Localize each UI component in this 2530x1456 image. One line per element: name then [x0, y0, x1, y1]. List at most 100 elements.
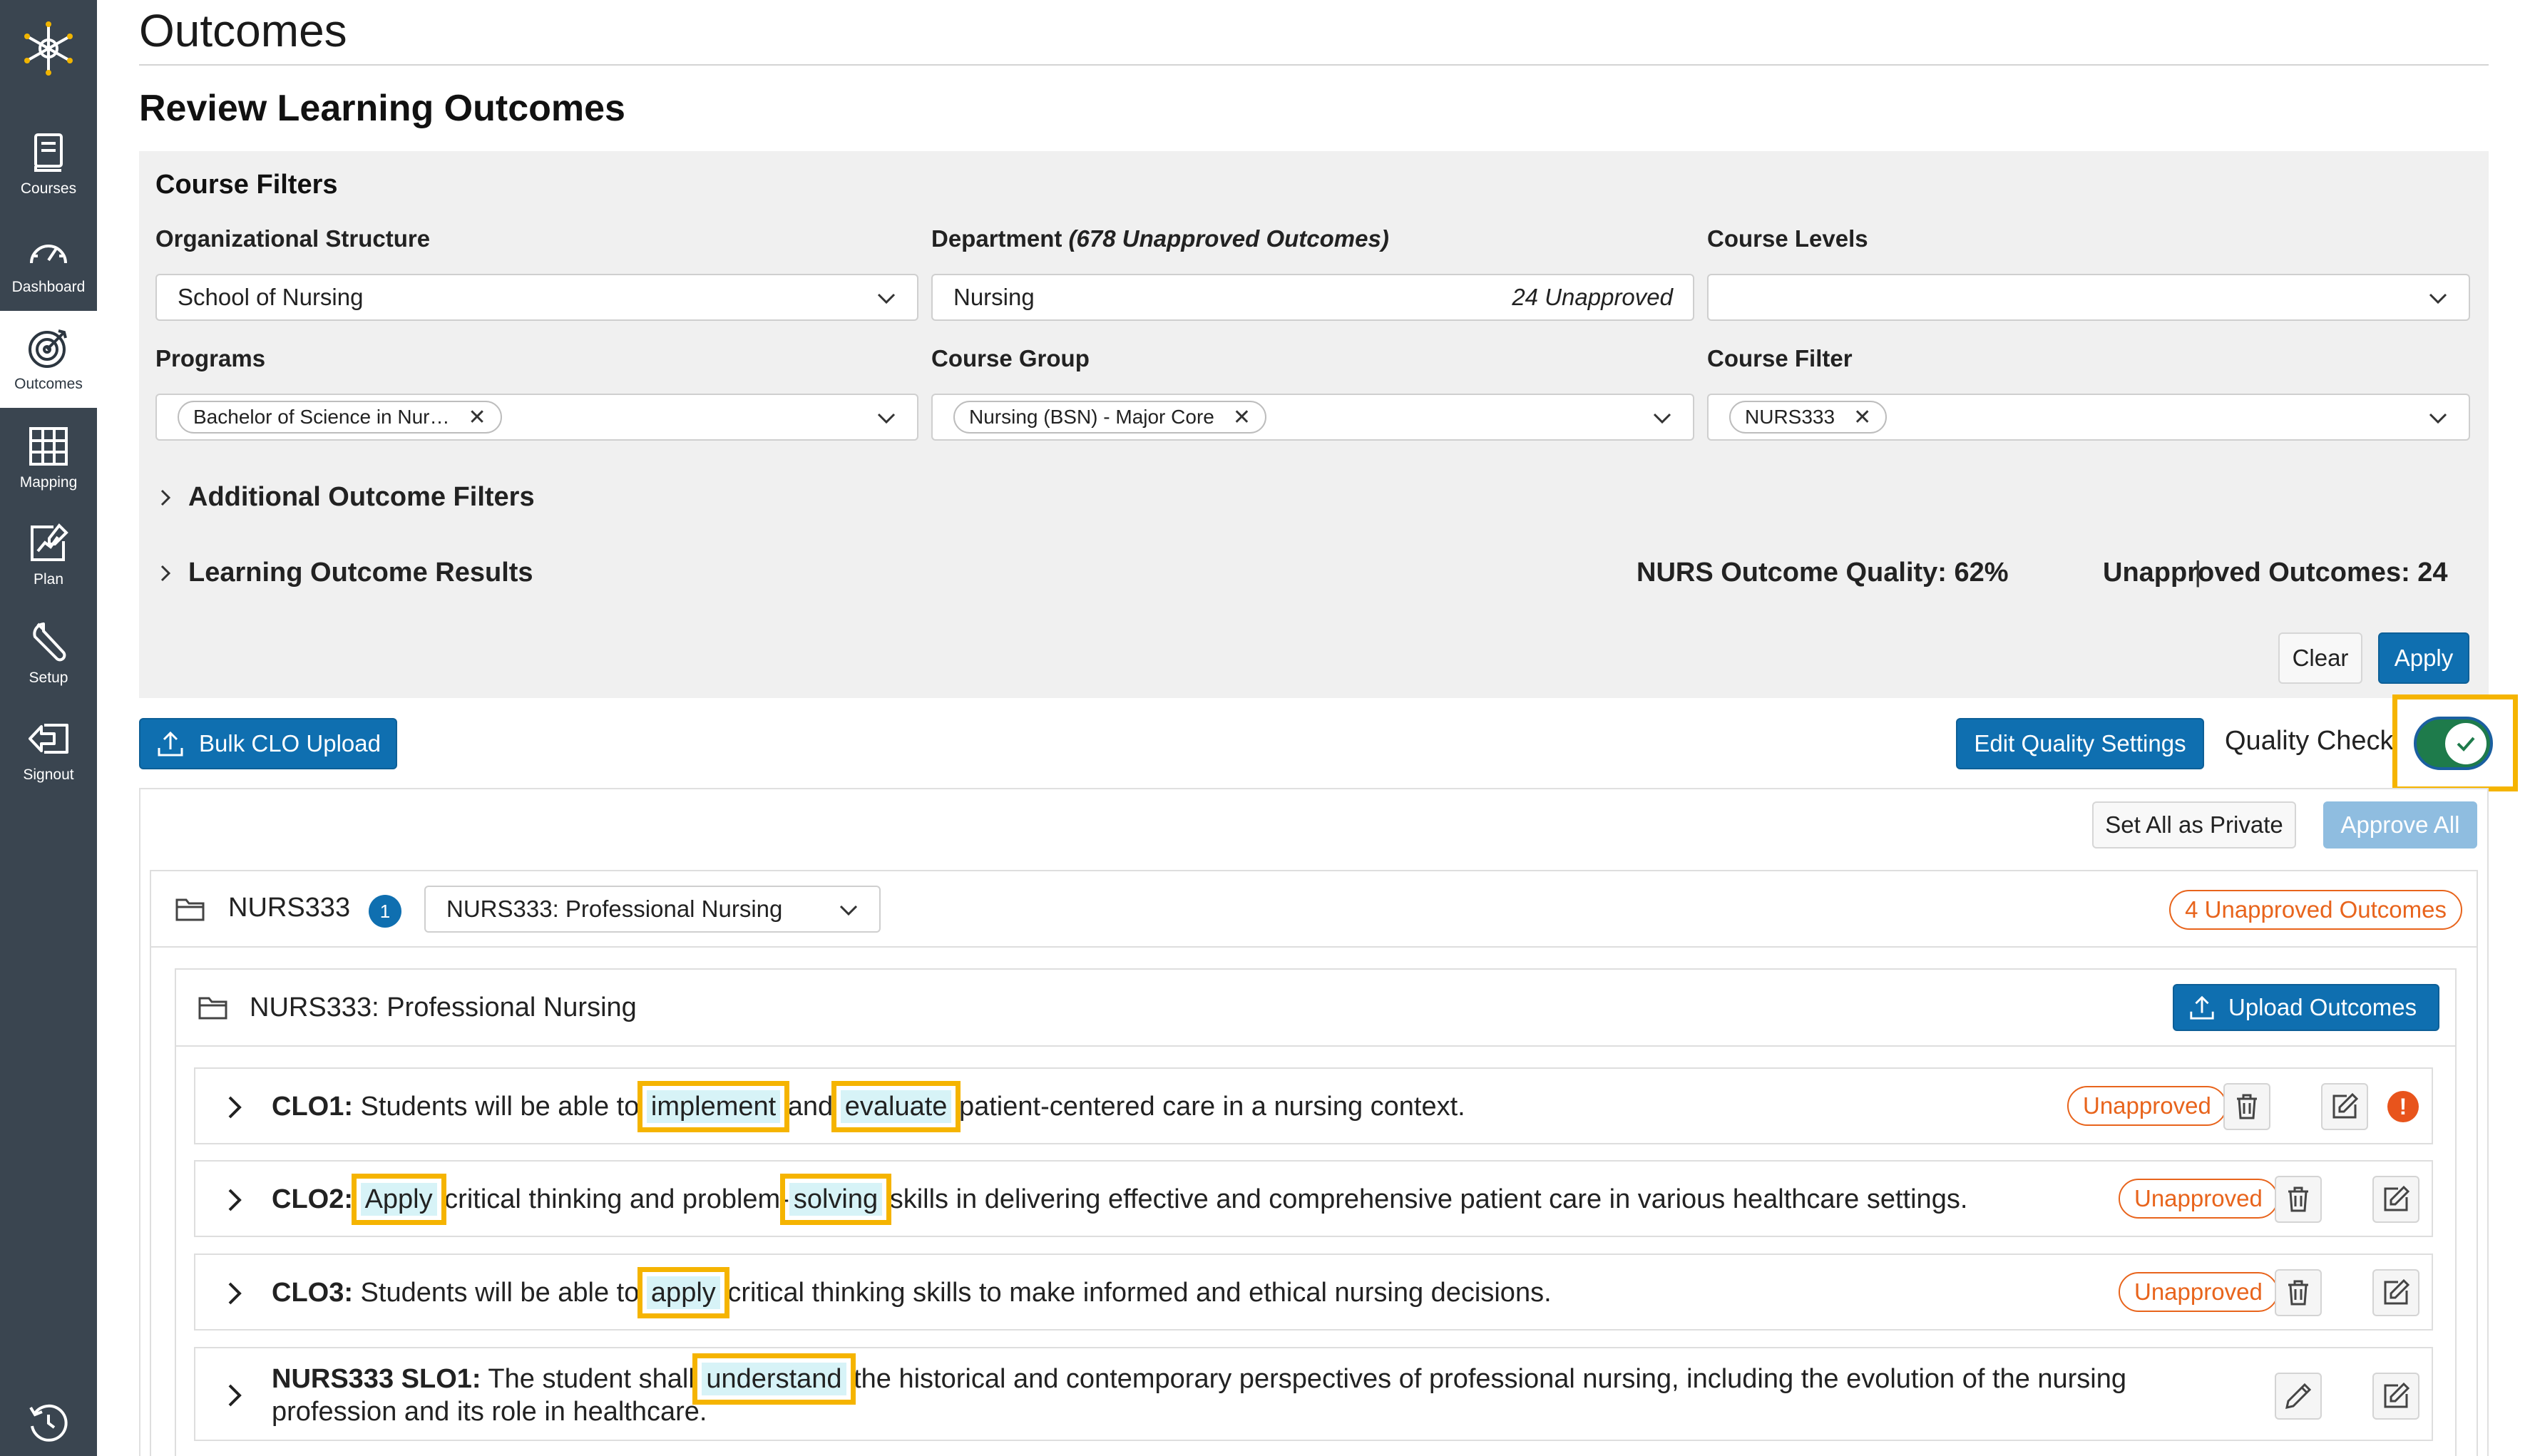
outcome-row: CLO1: Students will be able to implement… — [194, 1067, 2433, 1144]
sidebar-item-dashboard[interactable]: Dashboard — [0, 214, 97, 311]
outcome-text-part: The student shall — [481, 1364, 702, 1394]
sidebar-item-plan[interactable]: Plan — [0, 506, 97, 603]
apply-button[interactable]: Apply — [2378, 632, 2469, 684]
quality-keyword: apply — [637, 1267, 729, 1318]
outcome-text-part: Students will be able to — [353, 1092, 647, 1122]
sidebar-label: Signout — [23, 767, 74, 783]
unapproved-outcomes-stat: Unapproved Outcomes: 24 — [2103, 558, 2448, 588]
quality-keyword: solving — [779, 1174, 892, 1225]
course-section-select[interactable]: NURS333: Professional Nursing — [424, 886, 881, 933]
course-header: NURS333 1 NURS333: Professional Nursing … — [151, 871, 2477, 948]
programs-label: Programs — [155, 345, 266, 371]
course-filter-chip[interactable]: NURS333 ✕ — [1729, 401, 1888, 434]
warning-icon[interactable]: ! — [2387, 1091, 2419, 1122]
programs-select[interactable]: Bachelor of Science in Nur… ✕ — [155, 394, 918, 441]
chevron-right-icon[interactable] — [224, 1381, 245, 1410]
course-levels-label: Course Levels — [1707, 225, 1868, 252]
additional-filters-toggle[interactable]: Additional Outcome Filters — [155, 482, 535, 513]
org-structure-label: Organizational Structure — [155, 225, 431, 252]
outcome-text-part: Students will be able to — [353, 1278, 647, 1308]
edit-button[interactable] — [2372, 1269, 2419, 1316]
remove-chip-icon[interactable]: ✕ — [1233, 405, 1251, 430]
history-icon[interactable] — [0, 1398, 97, 1447]
course-count-badge: 1 — [369, 895, 401, 928]
course-filter-chip-label: NURS333 — [1745, 406, 1835, 428]
program-chip[interactable]: Bachelor of Science in Nur… ✕ — [178, 401, 502, 434]
upload-icon — [2190, 995, 2214, 1020]
upload-icon — [158, 731, 183, 757]
status-badge: Unapproved — [2067, 1086, 2227, 1126]
course-section-value: NURS333: Professional Nursing — [446, 896, 783, 922]
course-group-select[interactable]: Nursing (BSN) - Major Core ✕ — [931, 394, 1694, 441]
remove-chip-icon[interactable]: ✕ — [1853, 405, 1871, 430]
outcome-row: CLO3: Students will be able to apply cri… — [194, 1254, 2433, 1331]
department-value: Nursing — [953, 284, 1035, 310]
section-header: NURS333: Professional Nursing Upload Out… — [176, 970, 2455, 1047]
chevron-down-icon — [2429, 293, 2447, 304]
sidebar-item-signout[interactable]: Signout — [0, 702, 97, 799]
check-icon — [2445, 723, 2487, 764]
signout-icon — [26, 717, 71, 761]
sidebar-item-setup[interactable]: Setup — [0, 605, 97, 702]
delete-button[interactable] — [2275, 1269, 2322, 1316]
upload-outcomes-label: Upload Outcomes — [2228, 994, 2417, 1020]
edit-icon — [2384, 1279, 2409, 1305]
delete-button[interactable] — [2275, 1176, 2322, 1223]
wrench-icon — [26, 620, 71, 664]
org-structure-select[interactable]: School of Nursing — [155, 274, 918, 321]
delete-button[interactable] — [2223, 1083, 2270, 1130]
course-levels-select[interactable] — [1707, 274, 2470, 321]
set-all-private-button[interactable]: Set All as Private — [2092, 801, 2296, 849]
approve-all-button[interactable]: Approve All — [2323, 801, 2477, 849]
sidebar-item-mapping[interactable]: Mapping — [0, 409, 97, 506]
sidebar-item-outcomes[interactable]: Outcomes — [0, 311, 97, 408]
sidebar-label: Plan — [33, 571, 64, 588]
department-unapproved-count: 24 Unapproved — [1512, 284, 1673, 310]
gauge-icon — [26, 229, 71, 273]
bulk-clo-upload-button[interactable]: Bulk CLO Upload — [139, 718, 397, 769]
chevron-right-icon[interactable] — [224, 1186, 245, 1214]
sidebar-label: Courses — [20, 180, 77, 197]
chevron-right-icon[interactable] — [224, 1279, 245, 1308]
outcome-row: CLO2: Apply critical thinking and proble… — [194, 1160, 2433, 1237]
outcome-text-part: patient-centered care in a nursing conte… — [951, 1092, 1465, 1122]
chevron-right-icon — [160, 489, 171, 506]
outcome-text: CLO1: Students will be able to implement… — [272, 1081, 1465, 1132]
course-group-chip[interactable]: Nursing (BSN) - Major Core ✕ — [953, 401, 1266, 434]
department-label: Department (678 Unapproved Outcomes) — [931, 225, 1389, 252]
outcome-id: NURS333 SLO1: — [272, 1364, 481, 1394]
filters-title: Course Filters — [155, 170, 338, 200]
upload-outcomes-button[interactable]: Upload Outcomes — [2173, 984, 2439, 1031]
status-badge: Unapproved — [2119, 1179, 2278, 1219]
chevron-down-icon — [2429, 413, 2447, 424]
chevron-down-icon — [1653, 413, 1671, 424]
department-field[interactable]: Nursing 24 Unapproved — [931, 274, 1694, 321]
outcome-text-part: and — [780, 1092, 841, 1122]
chevron-right-icon[interactable] — [224, 1093, 245, 1122]
outcome-text-part — [353, 1184, 361, 1214]
course-filter-select[interactable]: NURS333 ✕ — [1707, 394, 2470, 441]
outcome-results-toggle[interactable]: Learning Outcome Results — [155, 558, 533, 588]
sidebar-item-courses[interactable]: Courses — [0, 116, 97, 212]
outcome-text-part: critical thinking and problem- — [436, 1184, 789, 1214]
edit-button[interactable] — [2372, 1176, 2419, 1223]
sidebar: Courses Dashboard Outcomes Mapping Plan … — [0, 0, 97, 1456]
outcome-id: CLO2: — [272, 1184, 353, 1214]
outcome-text: NURS333 SLO1: The student shall understa… — [272, 1353, 2375, 1428]
edit-quality-settings-button[interactable]: Edit Quality Settings — [1956, 718, 2204, 769]
edit-button[interactable] — [2321, 1083, 2368, 1130]
edit-button[interactable] — [2372, 1373, 2419, 1420]
status-badge: Unapproved — [2119, 1272, 2278, 1312]
course-filters-panel: Course Filters Organizational Structure … — [139, 151, 2489, 698]
remove-chip-icon[interactable]: ✕ — [468, 405, 486, 430]
quality-check-toggle[interactable] — [2414, 717, 2493, 770]
org-structure-value: School of Nursing — [178, 284, 364, 310]
edit-chart-icon — [26, 521, 71, 565]
snowflake-logo[interactable] — [0, 0, 97, 97]
pencil-button[interactable] — [2275, 1373, 2322, 1420]
department-unapproved-note: (678 Unapproved Outcomes) — [1068, 225, 1389, 252]
outcome-id: CLO1: — [272, 1092, 353, 1122]
clear-button[interactable]: Clear — [2278, 632, 2362, 684]
program-chip-label: Bachelor of Science in Nur… — [193, 406, 450, 428]
outcome-text-part: profession and its role in healthcare. — [272, 1397, 707, 1427]
